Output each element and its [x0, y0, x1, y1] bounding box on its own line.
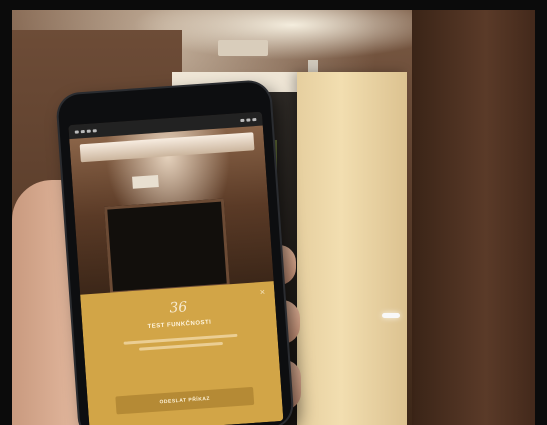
- photo-background: × 36 TEST FUNKČNOSTI ODESLAT PŘÍKAZ: [12, 10, 535, 425]
- door-leaf: [297, 72, 407, 425]
- status-icons-left: [74, 128, 97, 134]
- wall-panel-right: [412, 10, 535, 425]
- action-card: × 36 TEST FUNKČNOSTI ODESLAT PŘÍKAZ: [80, 281, 284, 425]
- ceiling-vent: [218, 40, 268, 56]
- card-text-line: [138, 341, 224, 351]
- camera-view-door: [104, 198, 230, 295]
- smartphone: × 36 TEST FUNKČNOSTI ODESLAT PŘÍKAZ: [57, 81, 293, 425]
- phone-screen: × 36 TEST FUNKČNOSTI ODESLAT PŘÍKAZ: [68, 111, 284, 425]
- door-handle: [382, 313, 400, 318]
- status-icons-right: [240, 117, 257, 122]
- send-command-button[interactable]: ODESLAT PŘÍKAZ: [115, 386, 255, 415]
- camera-view-ceiling: [79, 132, 255, 163]
- camera-view: [69, 125, 274, 297]
- camera-view-sign: [132, 174, 159, 189]
